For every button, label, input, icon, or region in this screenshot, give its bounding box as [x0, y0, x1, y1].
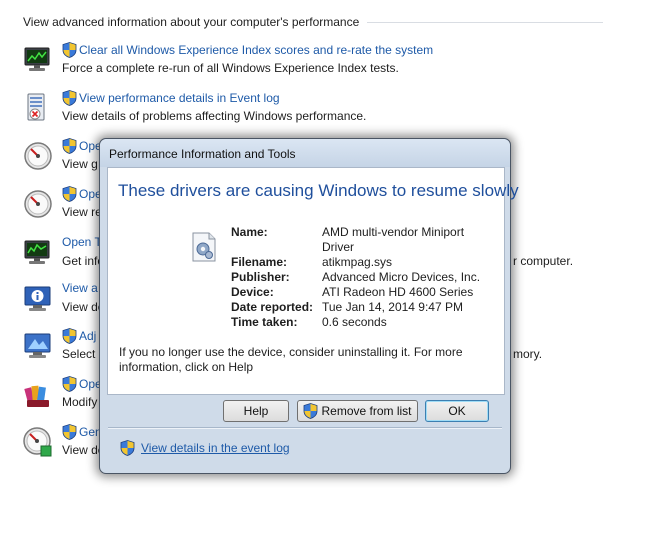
monitor-chart-icon	[24, 47, 50, 71]
task-manager-desc-tail: r computer.	[513, 254, 574, 268]
gauge-icon	[24, 190, 52, 218]
system-info-icon	[24, 286, 51, 311]
remove-from-list-label: Remove from list	[321, 404, 412, 418]
dialog-heading: These drivers are causing Windows to res…	[118, 181, 519, 200]
performance-dialog: Performance Information and Tools These …	[99, 138, 519, 474]
detail-label-time: Time taken:	[231, 315, 298, 329]
detail-label-filename: Filename:	[231, 255, 288, 269]
task-3-desc: View g	[62, 157, 98, 171]
system-info-link[interactable]: View a	[62, 281, 98, 295]
system-info-link-text: View a	[62, 281, 98, 295]
view-event-log-link-text: View details in the event log	[141, 441, 290, 455]
dialog-titlebar[interactable]: Performance Information and Tools	[100, 139, 510, 167]
event-log-link[interactable]: View performance details in Event log	[62, 90, 280, 106]
dialog-info-text: If you no longer use the device, conside…	[119, 345, 463, 374]
section-header-text: View advanced information about your com…	[23, 15, 360, 29]
event-log-icon	[27, 93, 45, 121]
task-manager-icon	[24, 240, 50, 264]
driver-file-icon	[192, 232, 216, 262]
view-event-log-link[interactable]: View details in the event log	[120, 440, 290, 456]
detail-value-name: AMD multi-vendor Miniport Driver	[322, 225, 465, 254]
gauge-icon	[24, 142, 52, 170]
detail-label-date: Date reported:	[231, 300, 314, 314]
detail-value-date: Tue Jan 14, 2014 9:47 PM	[322, 300, 463, 314]
visual-effects-desc-tail: mory.	[513, 347, 543, 361]
disk-cleanup-desc: Modify	[62, 395, 98, 409]
task-manager-link-text: Open T	[62, 235, 102, 249]
ok-button[interactable]: OK	[425, 400, 489, 422]
detail-row-date: Date reported: Tue Jan 14, 2014 9:47 PM	[231, 300, 491, 315]
disk-cleanup-icon	[24, 385, 49, 407]
uac-shield-icon	[62, 424, 77, 440]
uac-shield-icon	[62, 90, 77, 106]
health-report-icon	[23, 427, 52, 457]
driver-details: Name: AMD multi-vendor Miniport Driver F…	[231, 225, 491, 330]
event-log-link-text: View performance details in Event log	[79, 91, 280, 105]
task-4-desc: View re	[62, 205, 102, 219]
event-log-desc: View details of problems affecting Windo…	[62, 109, 367, 123]
health-report-link[interactable]: Gen	[62, 424, 102, 440]
task-item-event-log: View performance details in Event log Vi…	[22, 90, 622, 134]
dialog-title: Performance Information and Tools	[109, 147, 296, 161]
uac-shield-icon	[62, 42, 77, 58]
uac-shield-icon	[62, 376, 77, 392]
uac-shield-icon	[120, 440, 135, 456]
task-4-link[interactable]: Ope	[62, 186, 102, 202]
task-manager-desc: Get info	[62, 254, 105, 268]
visual-effects-link[interactable]: Adj	[62, 328, 96, 344]
remove-from-list-button[interactable]: Remove from list	[297, 400, 418, 422]
dialog-button-bar: Help Remove from list OK	[100, 394, 510, 426]
uac-shield-icon	[62, 138, 77, 154]
task-manager-link[interactable]: Open T	[62, 235, 102, 249]
detail-row-device: Device: ATI Radeon HD 4600 Series	[231, 285, 491, 300]
help-button[interactable]: Help	[223, 400, 289, 422]
section-divider	[367, 21, 603, 23]
rerate-desc: Force a complete re-run of all Windows E…	[62, 61, 399, 75]
detail-value-device: ATI Radeon HD 4600 Series	[322, 285, 474, 299]
rerate-link-text: Clear all Windows Experience Index score…	[79, 43, 434, 57]
visual-effects-link-text: Adj	[79, 329, 97, 343]
detail-row-name: Name: AMD multi-vendor Miniport Driver	[231, 225, 491, 255]
task-item-rerate: Clear all Windows Experience Index score…	[22, 42, 622, 86]
detail-row-publisher: Publisher: Advanced Micro Devices, Inc.	[231, 270, 491, 285]
detail-label-publisher: Publisher:	[231, 270, 290, 284]
detail-row-filename: Filename: atikmpag.sys	[231, 255, 491, 270]
dialog-body: These drivers are causing Windows to res…	[107, 167, 519, 395]
detail-value-time: 0.6 seconds	[322, 315, 387, 329]
detail-label-device: Device:	[231, 285, 274, 299]
visual-effects-icon	[24, 333, 51, 358]
uac-shield-icon	[303, 403, 318, 419]
detail-row-time: Time taken: 0.6 seconds	[231, 315, 491, 330]
task-3-link[interactable]: Ope	[62, 138, 102, 154]
detail-value-publisher: Advanced Micro Devices, Inc.	[322, 270, 481, 284]
dialog-separator	[108, 427, 502, 428]
uac-shield-icon	[62, 328, 77, 344]
disk-cleanup-link[interactable]: Ope	[62, 376, 102, 392]
rerate-link[interactable]: Clear all Windows Experience Index score…	[62, 42, 433, 58]
detail-label-name: Name:	[231, 225, 268, 239]
uac-shield-icon	[62, 186, 77, 202]
section-header: View advanced information about your com…	[23, 14, 603, 30]
detail-value-filename: atikmpag.sys	[322, 255, 393, 269]
